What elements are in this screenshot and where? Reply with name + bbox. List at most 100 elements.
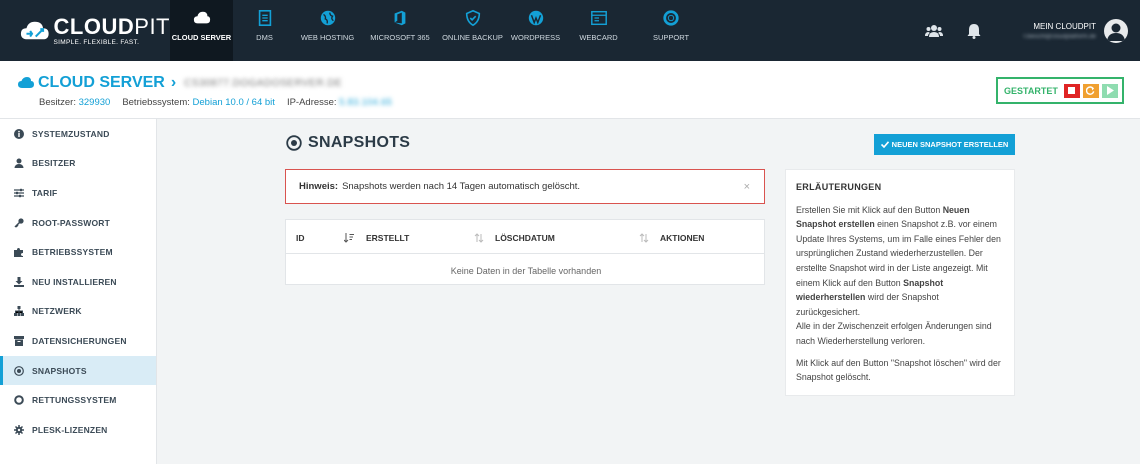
play-icon: [1106, 86, 1114, 95]
lifebuoy-icon: [14, 395, 24, 405]
key-icon: [14, 217, 24, 228]
info-icon: [14, 128, 24, 139]
bell-icon[interactable]: [964, 21, 984, 41]
nav-web-hosting[interactable]: WEB HOSTING: [296, 0, 359, 61]
sort-icon[interactable]: [639, 233, 649, 245]
avatar[interactable]: [1104, 18, 1128, 43]
owner-value[interactable]: 329930: [79, 97, 111, 108]
lifebuoy-icon: [663, 10, 679, 26]
column-header-id[interactable]: ID: [296, 233, 305, 243]
nav-label: CLOUD SERVER: [171, 33, 232, 42]
restart-button[interactable]: [1082, 83, 1099, 98]
sidebar-item-label: RETTUNGSSYSTEM: [32, 395, 117, 406]
webcard-icon: [590, 10, 607, 26]
sidebar-item-root-passwort[interactable]: ROOT-PASSWORT: [0, 208, 156, 238]
brand-name-bold: CLOUD: [53, 13, 135, 39]
nav-dms[interactable]: DMS: [233, 0, 296, 61]
download-icon: [14, 276, 24, 287]
network-icon: [14, 306, 24, 317]
sidebar-item-tarif[interactable]: TARIF: [0, 178, 156, 208]
sort-desc-icon[interactable]: [343, 233, 354, 245]
sliders-icon: [14, 188, 24, 198]
cloud-icon: [18, 77, 34, 88]
nav-online-backup[interactable]: ONLINE BACKUP: [441, 0, 504, 61]
sort-icon[interactable]: [474, 233, 484, 245]
sidebar-item-label: BESITZER: [32, 158, 76, 169]
sidebar-item-label: PLESK-LIZENZEN: [32, 424, 108, 435]
brand-name-thin: PIT: [134, 13, 170, 39]
nav-label: ONLINE BACKUP: [442, 33, 503, 42]
ip-value: 5.83.104.65: [339, 97, 393, 107]
chevron-right-icon: ›: [170, 74, 177, 91]
snapshot-icon: [286, 135, 302, 151]
check-icon: [880, 141, 889, 148]
sidebar-item-label: ROOT-PASSWORT: [32, 217, 110, 228]
nav-cloud-server[interactable]: CLOUD SERVER: [170, 0, 233, 61]
table-header: ID ERSTELLT LÖSCHDATUM AKTIONEN: [286, 220, 764, 254]
brand-tagline: SIMPLE. FLEXIBLE. FAST.: [53, 38, 140, 46]
puzzle-icon: [14, 248, 23, 258]
nav-label: WORDPRESS: [510, 33, 561, 42]
snapshot-icon: [14, 365, 24, 376]
help-text: einen Snapshot z.B. vor einem Update Ihr…: [796, 219, 1001, 288]
server-meta: Besitzer: 329930 Betriebssystem: Debian …: [39, 97, 392, 108]
os-label: Betriebssystem:: [122, 97, 190, 108]
os-value[interactable]: Debian 10.0 / 64 bit: [193, 97, 275, 108]
stop-button[interactable]: [1063, 83, 1080, 98]
nav-label: MICROSOFT 365: [370, 33, 430, 42]
nav-webcard[interactable]: WEBCARD: [567, 0, 630, 61]
column-header-erstellt[interactable]: ERSTELLT: [366, 233, 409, 243]
server-status: GESTARTET: [996, 77, 1124, 104]
column-header-loeschdatum[interactable]: LÖSCHDATUM: [495, 233, 555, 243]
help-panel: ERLÄUTERUNGEN Erstellen Sie mit Klick au…: [785, 169, 1015, 396]
nav-label: WEB HOSTING: [300, 33, 355, 42]
sidebar-item-plesk-lizenzen[interactable]: PLESK-LIZENZEN: [0, 415, 156, 445]
close-icon[interactable]: ×: [744, 181, 750, 193]
account-email: f.beischl@cloudplatform.de: [1023, 33, 1096, 40]
new-snapshot-button[interactable]: NEUEN SNAPSHOT ERSTELLEN: [874, 134, 1015, 155]
sidebar-item-netzwerk[interactable]: NETZWERK: [0, 297, 156, 327]
cloud-logo-icon: [20, 21, 49, 39]
alert-label: Hinweis:: [299, 181, 339, 192]
help-text: Alle in der Zwischenzeit erfolgen Änderu…: [796, 321, 992, 346]
nav-support[interactable]: SUPPORT: [630, 0, 712, 61]
sidebar-item-systemzustand[interactable]: SYSTEMZUSTAND: [0, 119, 156, 149]
snapshots-heading: SNAPSHOTS: [308, 134, 411, 151]
info-alert: Hinweis: Snapshots werden nach 14 Tagen …: [285, 169, 765, 204]
nav-label: SUPPORT: [652, 33, 690, 42]
sidebar-item-label: SYSTEMZUSTAND: [32, 128, 110, 139]
table-empty-message: Keine Daten in der Tabelle vorhanden: [450, 266, 602, 276]
globe-icon: [320, 10, 335, 26]
page-title: CLOUD SERVER: [38, 74, 165, 91]
sidebar-item-betriebssystem[interactable]: BETRIEBSSYSTEM: [0, 237, 156, 267]
gear-icon: [14, 424, 24, 435]
archive-icon: [14, 335, 24, 346]
account-menu[interactable]: MEIN CLOUDPIT f.beischl@cloudplatform.de: [1024, 22, 1096, 40]
page-header: CLOUD SERVER › CS30877.DOGADOSERVER.DE B…: [0, 61, 1140, 119]
document-icon: [258, 9, 271, 27]
sidebar-item-label: SNAPSHOTS: [32, 365, 87, 376]
nav-microsoft-365[interactable]: MICROSOFT 365: [359, 0, 441, 61]
snapshots-table: ID ERSTELLT LÖSCHDATUM AKTIONEN Keine Da…: [285, 219, 765, 285]
restart-icon: [1086, 86, 1095, 95]
sidebar-item-label: NEU INSTALLIEREN: [32, 276, 117, 287]
alert-text: Snapshots werden nach 14 Tagen automatis…: [342, 181, 581, 192]
start-button[interactable]: [1101, 83, 1118, 98]
sidebar-item-rettungssystem[interactable]: RETTUNGSSYSTEM: [0, 385, 156, 415]
sidebar-item-besitzer[interactable]: BESITZER: [0, 149, 156, 179]
sidebar-item-neu-installieren[interactable]: NEU INSTALLIEREN: [0, 267, 156, 297]
nav-wordpress[interactable]: WORDPRESS: [504, 0, 567, 61]
section-title: SNAPSHOTS: [286, 134, 410, 152]
wordpress-icon: [528, 10, 543, 26]
new-snapshot-label: NEUEN SNAPSHOT ERSTELLEN: [891, 140, 1009, 149]
sidebar-item-datensicherungen[interactable]: DATENSICHERUNGEN: [0, 326, 156, 356]
main-nav: CLOUD SERVER DMS WEB HOSTING MICROSOFT 3…: [170, 0, 712, 61]
logo[interactable]: CLOUDPIT SIMPLE. FLEXIBLE. FAST.: [0, 0, 170, 61]
help-paragraph: Mit Klick auf den Button "Snapshot lösch…: [796, 357, 1001, 383]
sidebar-item-label: DATENSICHERUNGEN: [32, 335, 127, 346]
sidebar-item-snapshots[interactable]: SNAPSHOTS: [0, 355, 156, 386]
breadcrumb: CLOUD SERVER › CS30877.DOGADOSERVER.DE: [18, 74, 342, 92]
users-icon[interactable]: [924, 21, 944, 41]
sidebar-item-label: TARIF: [32, 187, 58, 198]
help-paragraph: Erstellen Sie mit Klick auf den Button N…: [796, 203, 1004, 349]
